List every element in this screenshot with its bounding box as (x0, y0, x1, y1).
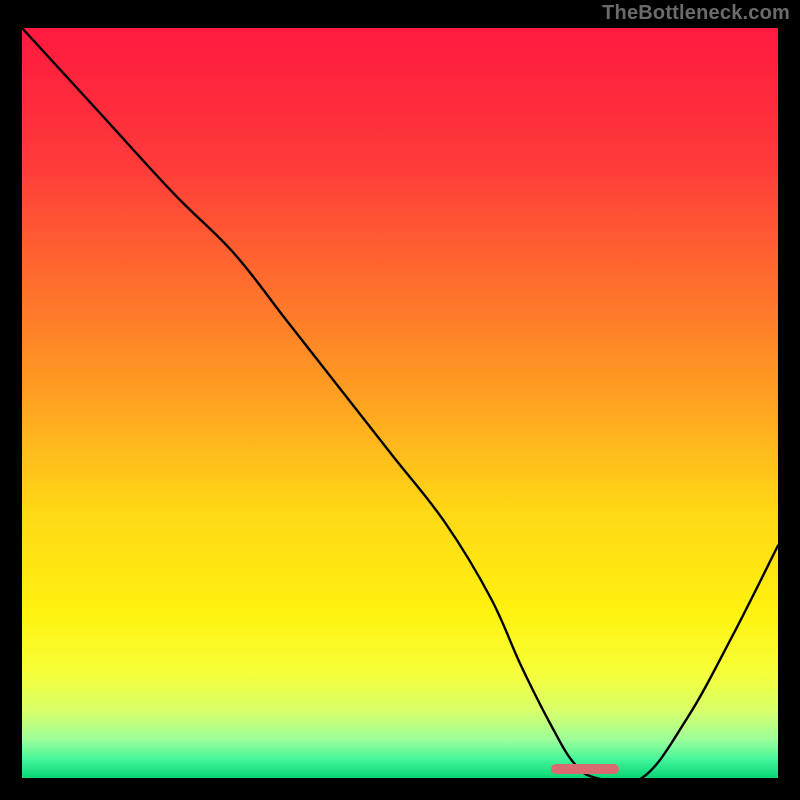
watermark-text: TheBottleneck.com (602, 2, 790, 25)
gradient-rect (22, 28, 778, 778)
plot-area (22, 28, 778, 778)
plot-svg (22, 28, 778, 778)
optimal-marker (551, 764, 619, 774)
chart-stage: TheBottleneck.com (0, 0, 800, 800)
